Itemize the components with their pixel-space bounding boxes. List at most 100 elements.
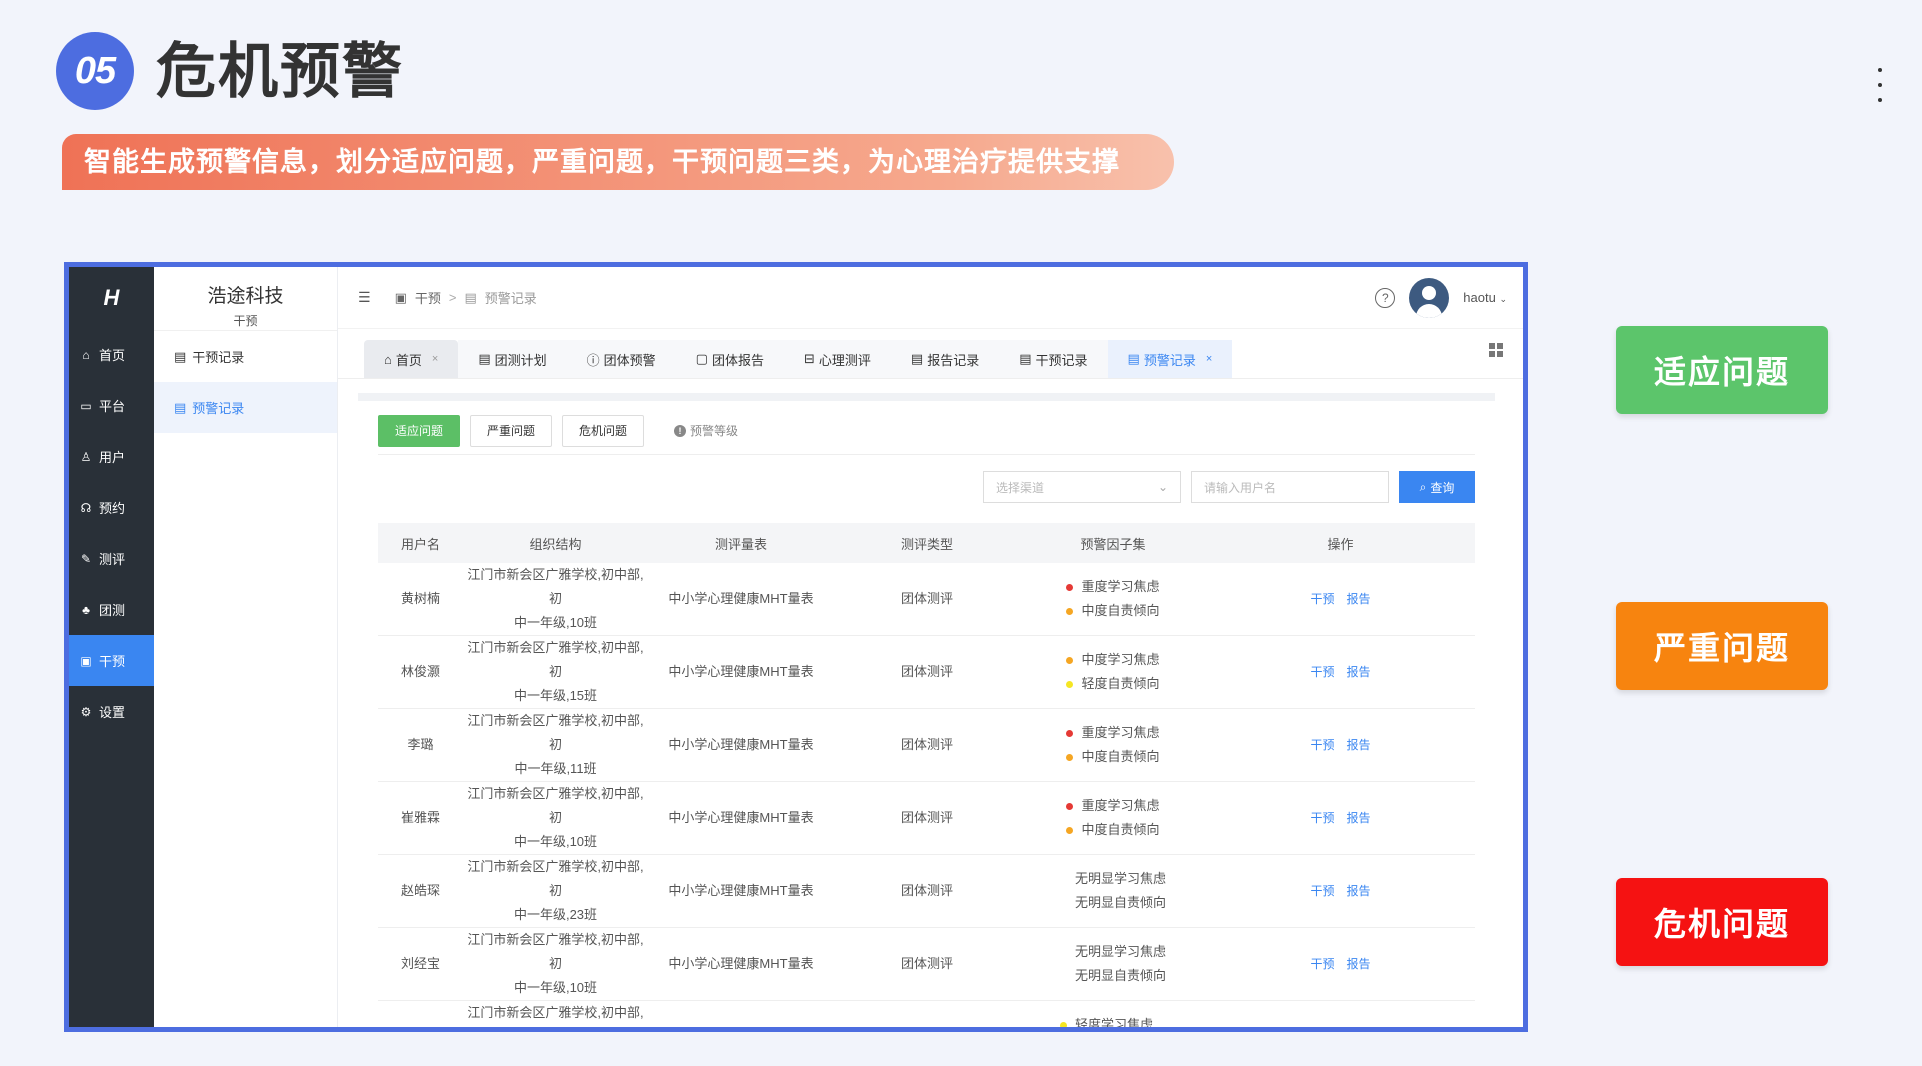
report-link[interactable]: 报告 — [1347, 738, 1371, 752]
cell-type: 团体测评 — [834, 563, 1020, 636]
org-line: 江门市新会区广雅学校,初中部,初 — [467, 859, 644, 898]
search-row: 选择渠道 ⌄ 请输入用户名 ⌕ 查询 — [378, 471, 1475, 503]
tab-item[interactable]: ▤ 报告记录 — [890, 340, 1000, 378]
cell-scale: 中小学心理健康MHT量表 — [648, 927, 834, 1001]
table-row: 林俊灏 江门市新会区广雅学校,初中部,初 中一年级,15班 中小学心理健康MHT量表团… — [378, 635, 1475, 709]
org-line: 江门市新会区广雅学校,初中部,初 — [467, 932, 644, 971]
breadcrumb-item-intervention[interactable]: 干预 — [415, 288, 441, 307]
tab-label: 报告记录 — [927, 352, 980, 368]
factor-text: 重度学习焦虑 — [1081, 798, 1160, 813]
intervene-link[interactable]: 干预 — [1310, 665, 1334, 679]
cell-scale: 中小学心理健康MHT量表 — [648, 854, 834, 928]
avatar-head — [1422, 285, 1437, 300]
tab-label: 预警记录 — [1143, 352, 1196, 368]
more-vertical-icon[interactable] — [1874, 68, 1886, 102]
report-link[interactable]: 报告 — [1347, 1030, 1371, 1032]
legend-adaptation-problem: 适应问题 — [1616, 326, 1828, 414]
intervene-link[interactable]: 干预 — [1310, 957, 1334, 971]
query-button[interactable]: ⌕ 查询 — [1399, 471, 1475, 503]
factor-item: 轻度学习焦虑 — [1059, 1013, 1166, 1027]
intervene-link[interactable]: 干预 — [1310, 811, 1334, 825]
cell-factors: 无明显学习焦虑 无明显自责倾向 — [1020, 927, 1206, 1001]
cell-scale: 中小学心理健康MHT量表 — [648, 635, 834, 709]
cell-organization: 江门市新会区广雅学校,初中部,初 中一年级,10班 — [463, 781, 648, 855]
username-search-input[interactable]: 请输入用户名 — [1191, 471, 1389, 503]
app-logo[interactable]: H — [69, 267, 154, 329]
username-text[interactable]: haotu — [1463, 290, 1496, 305]
chevron-down-icon[interactable]: ⌄ — [1499, 294, 1507, 304]
channel-select[interactable]: 选择渠道 ⌄ — [983, 471, 1181, 503]
sidebar-item[interactable]: ☊ 预约 — [69, 482, 154, 533]
severity-dot-icon — [1066, 656, 1074, 664]
legend-serious-problem: 严重问题 — [1616, 602, 1828, 690]
intervene-link[interactable]: 干预 — [1310, 592, 1334, 606]
tab-item[interactable]: ▤ 团测计划 — [458, 340, 567, 378]
intervene-link[interactable]: 干预 — [1310, 884, 1334, 898]
cell-scale: 中小学心理健康MHT量表 — [648, 563, 834, 636]
document-icon: ▤ — [478, 351, 491, 366]
sidebar-item[interactable]: ▣ 干预 — [69, 635, 154, 686]
tab-item[interactable]: ▢ 团体报告 — [675, 340, 784, 378]
factor-item: 中度自责倾向 — [1066, 599, 1160, 623]
org-line: 中一年级,10班 — [513, 980, 598, 995]
subnav-item-label: 预警记录 — [192, 401, 245, 416]
table-row: 李璐 江门市新会区广雅学校,初中部,初 中一年级,11班 中小学心理健康MHT量表 团体… — [378, 708, 1475, 782]
factor-text: 中度自责倾向 — [1081, 749, 1160, 764]
main-area: ☰ ▣ 干预 > ▤ 预警记录 ? haotu ⌄ ⌂ 首页 × ▤ 团测计划 … — [338, 267, 1523, 1027]
tab-item[interactable]: ⌂ 首页 × — [364, 340, 459, 378]
home-icon: ⌂ — [82, 347, 90, 362]
user-icon: ♙ — [80, 449, 92, 464]
subtitle-banner: 智能生成预警信息，划分适应问题，严重问题，干预问题三类，为心理治疗提供支撑 — [62, 134, 1174, 190]
sidebar-item[interactable]: ♙ 用户 — [69, 431, 154, 482]
report-link[interactable]: 报告 — [1347, 592, 1371, 606]
info-icon: ! — [674, 424, 687, 437]
close-icon[interactable]: × — [432, 353, 438, 365]
column-header: 测评量表 — [648, 523, 834, 563]
cell-organization: 江门市新会区广雅学校,初中部,初中一年级,10班 — [463, 927, 648, 1001]
sidebar-item[interactable]: ♣ 团测 — [69, 584, 154, 635]
grid-menu-icon[interactable] — [1489, 343, 1503, 357]
factor-item: 中度学习焦虑 — [1066, 648, 1160, 672]
report-link[interactable]: 报告 — [1347, 957, 1371, 971]
org-line: 江门市新会区广雅学校,初中部,初 — [467, 713, 644, 752]
factor-item: 轻度自责倾向 — [1066, 672, 1160, 696]
username[interactable]: haotu ⌄ — [1463, 290, 1507, 305]
sidebar-item[interactable]: ⌂ 首页 — [69, 329, 154, 380]
subnav-item[interactable]: ▤ 预警记录 — [154, 382, 337, 433]
report-link[interactable]: 报告 — [1347, 665, 1371, 679]
column-header: 测评类型 — [834, 523, 1020, 563]
factor-list: 重度学习焦虑 中度自责倾向 — [1066, 721, 1160, 769]
filter-serious-button[interactable]: 严重问题 — [470, 414, 553, 447]
subnav-item[interactable]: ▤ 干预记录 — [154, 331, 337, 382]
settings-icon: ⚙ — [80, 704, 92, 719]
home-icon: ⌂ — [384, 351, 392, 367]
report-link[interactable]: 报告 — [1347, 884, 1371, 898]
filter-crisis-button[interactable]: 危机问题 — [562, 414, 645, 447]
factor-text: 无明显学习焦虑 — [1074, 944, 1166, 959]
intervene-link[interactable]: 干预 — [1310, 1030, 1334, 1032]
help-icon[interactable]: ? — [1375, 287, 1396, 308]
factor-list: 中度学习焦虑 轻度自责倾向 — [1066, 648, 1160, 696]
severity-dot-icon — [1066, 753, 1074, 761]
avatar[interactable] — [1409, 277, 1450, 318]
sidebar-item[interactable]: ✎ 测评 — [69, 533, 154, 584]
report-link[interactable]: 报告 — [1347, 811, 1371, 825]
subnav-item-label: 干预记录 — [192, 350, 245, 365]
tab-item[interactable]: ▤ 干预记录 — [999, 340, 1108, 378]
table-row: 赵皓琛 江门市新会区广雅学校,初中部,初 中一年级,23班 中小学心理健康MHT量表团… — [378, 854, 1475, 928]
avatar-body — [1416, 303, 1443, 318]
cell-type: 团体测评 — [834, 708, 1020, 782]
tab-item[interactable]: ⓘ 团体预警 — [566, 340, 676, 378]
close-icon[interactable]: × — [1206, 353, 1212, 365]
intervene-link[interactable]: 干预 — [1310, 738, 1334, 752]
document-icon: ▤ — [1019, 351, 1032, 366]
collapse-menu-icon[interactable]: ☰ — [358, 289, 371, 306]
tab-item[interactable]: ▤ 预警记录 × — [1107, 340, 1233, 378]
channel-select-placeholder: 选择渠道 — [996, 480, 1045, 495]
sidebar-item-label: 设置 — [99, 705, 126, 720]
document-icon: ▤ — [174, 348, 187, 364]
tab-item[interactable]: ⊟ 心理测评 — [783, 340, 891, 378]
sidebar-item[interactable]: ▭ 平台 — [69, 380, 154, 431]
filter-adaptation-button[interactable]: 适应问题 — [378, 414, 461, 447]
sidebar-item[interactable]: ⚙ 设置 — [69, 686, 154, 737]
